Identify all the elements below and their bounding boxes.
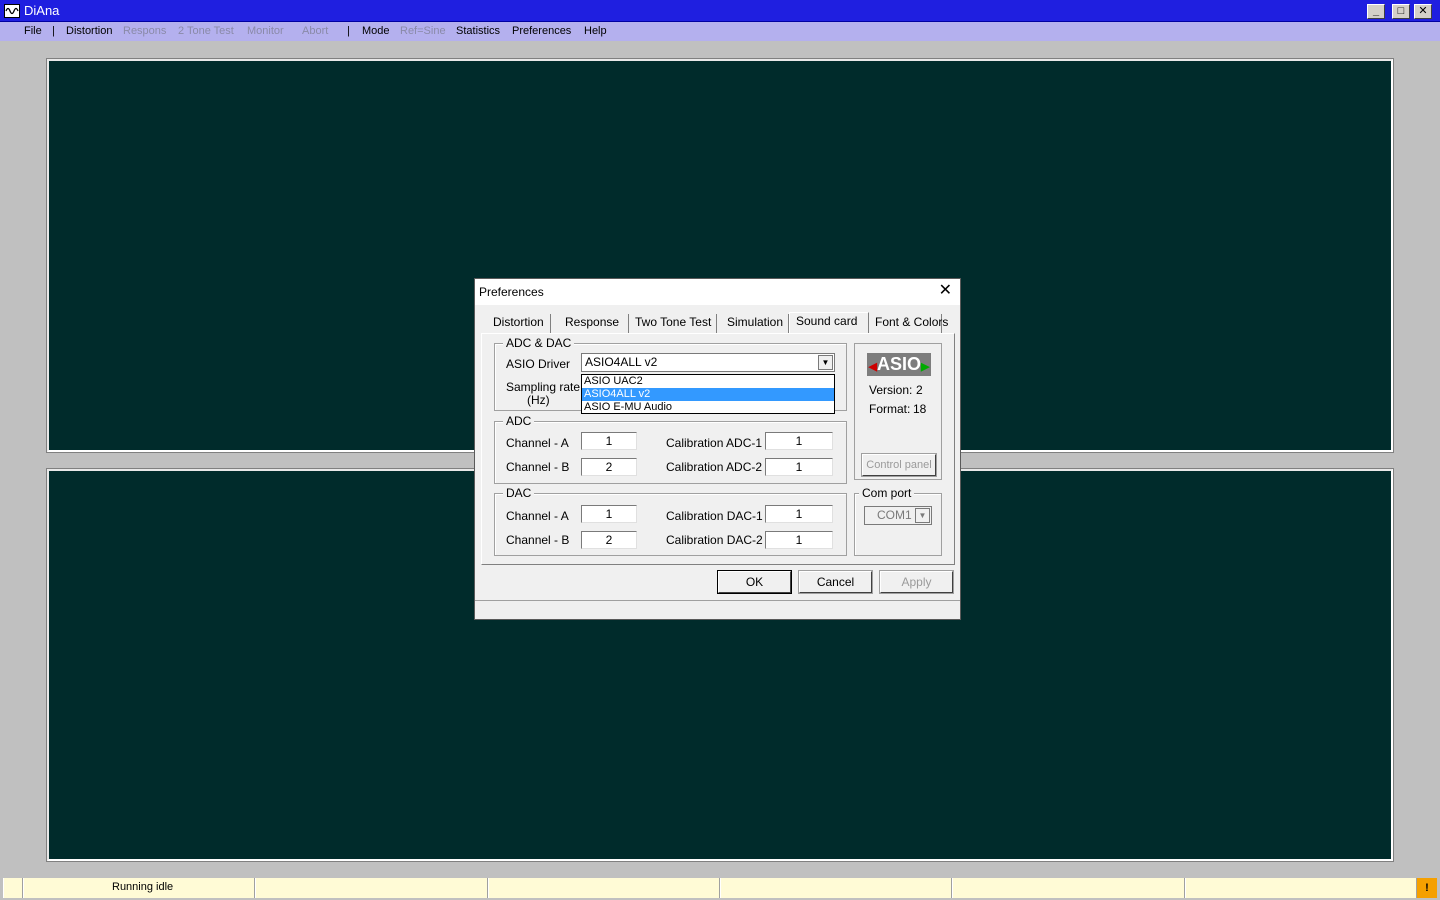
dac-group: DAC Channel - A 1 Calibration DAC-1 1 Ch… bbox=[494, 486, 847, 556]
status-cell bbox=[720, 878, 952, 898]
adc-channel-b-input[interactable]: 2 bbox=[581, 458, 637, 476]
dialog-close-button[interactable]: ✕ bbox=[939, 282, 952, 300]
sampling-rate-unit: (Hz) bbox=[527, 393, 550, 407]
dropdown-option-asio-uac2[interactable]: ASIO UAC2 bbox=[582, 375, 834, 388]
calibration-adc-1-input[interactable]: 1 bbox=[765, 432, 833, 450]
dropdown-option-asio4all[interactable]: ASIO4ALL v2 bbox=[582, 388, 834, 401]
menu-distortion[interactable]: Distortion bbox=[66, 25, 112, 37]
control-panel-button[interactable]: Control panel bbox=[861, 453, 937, 477]
close-button[interactable]: ✕ bbox=[1414, 4, 1432, 19]
status-cell bbox=[488, 878, 720, 898]
calibration-dac-2-label: Calibration DAC-2 bbox=[666, 533, 763, 547]
menu-help[interactable]: Help bbox=[584, 25, 607, 37]
menu-abort[interactable]: Abort bbox=[302, 25, 328, 37]
sampling-rate-label: Sampling rate bbox=[506, 380, 581, 394]
app-waveform-icon[interactable] bbox=[4, 4, 20, 18]
version-value: 2 bbox=[916, 383, 923, 397]
adc-channel-a-label: Channel - A bbox=[506, 436, 569, 450]
adc-channel-a-input[interactable]: 1 bbox=[581, 432, 637, 450]
dialog-status-line bbox=[475, 600, 960, 619]
dialog-title-bar: Preferences ✕ bbox=[475, 279, 960, 305]
menu-statistics[interactable]: Statistics bbox=[456, 25, 500, 37]
calibration-dac-1-input[interactable]: 1 bbox=[765, 505, 833, 523]
dropdown-option-asio-emu[interactable]: ASIO E-MU Audio bbox=[582, 401, 834, 414]
asio-driver-dropdown-list: ASIO UAC2 ASIO4ALL v2 ASIO E-MU Audio bbox=[581, 374, 835, 414]
adc-dac-group-label: ADC & DAC bbox=[503, 336, 575, 350]
com-port-group: Com port COM1 ▼ bbox=[854, 486, 942, 556]
tab-response[interactable]: Response bbox=[559, 314, 629, 333]
dac-group-label: DAC bbox=[503, 486, 535, 500]
calibration-dac-2-input[interactable]: 1 bbox=[765, 531, 833, 549]
status-cell bbox=[952, 878, 1185, 898]
asio-logo: ◀ASIO▶ bbox=[867, 353, 931, 376]
minimize-button[interactable]: _ bbox=[1367, 4, 1385, 19]
ok-button[interactable]: OK bbox=[717, 570, 792, 594]
status-cell bbox=[1185, 878, 1417, 898]
version-label: Version: bbox=[869, 383, 913, 397]
adc-group: ADC Channel - A 1 Calibration ADC-1 1 Ch… bbox=[494, 414, 847, 484]
calibration-dac-1-label: Calibration DAC-1 bbox=[666, 509, 763, 523]
warning-icon[interactable]: ! bbox=[1417, 878, 1437, 898]
asio-driver-value: ASIO4ALL v2 bbox=[585, 355, 658, 369]
status-cell bbox=[255, 878, 488, 898]
asio-driver-select[interactable]: ASIO4ALL v2 ▼ bbox=[581, 353, 835, 372]
menu-2-tone-test[interactable]: 2 Tone Test bbox=[178, 25, 234, 37]
menu-preferences[interactable]: Preferences bbox=[512, 25, 571, 37]
menu-respons[interactable]: Respons bbox=[123, 25, 166, 37]
dialog-title: Preferences bbox=[479, 285, 544, 299]
chevron-down-icon[interactable]: ▼ bbox=[818, 355, 833, 370]
asio-info-panel: ◀ASIO▶ Version: 2 Format: 18 Control pan… bbox=[854, 343, 942, 480]
chevron-down-icon[interactable]: ▼ bbox=[915, 508, 930, 523]
apply-button[interactable]: Apply bbox=[879, 570, 954, 594]
tab-strip: Distortion Response Two Tone Test Simula… bbox=[481, 312, 951, 334]
sound-card-tab-page: ADC & DAC ASIO Driver ASIO4ALL v2 ▼ Samp… bbox=[481, 333, 955, 565]
tab-simulation[interactable]: Simulation bbox=[721, 314, 789, 333]
menu-monitor[interactable]: Monitor bbox=[247, 25, 284, 37]
menu-ref-sine[interactable]: Ref=Sine bbox=[400, 25, 446, 37]
tab-distortion[interactable]: Distortion bbox=[487, 314, 551, 333]
com-port-label: Com port bbox=[859, 486, 915, 500]
calibration-adc-1-label: Calibration ADC-1 bbox=[666, 436, 763, 450]
status-text: Running idle bbox=[23, 878, 255, 898]
dac-channel-b-label: Channel - B bbox=[506, 533, 570, 547]
com-port-select[interactable]: COM1 ▼ bbox=[864, 506, 932, 525]
calibration-adc-2-label: Calibration ADC-2 bbox=[666, 460, 763, 474]
title-bar: DiAna _ □ ✕ bbox=[0, 0, 1440, 22]
status-bar: Running idle ! bbox=[3, 878, 1437, 898]
tab-two-tone-test[interactable]: Two Tone Test bbox=[629, 314, 717, 333]
window-title: DiAna bbox=[24, 3, 60, 18]
adc-channel-b-label: Channel - B bbox=[506, 460, 570, 474]
cancel-button[interactable]: Cancel bbox=[798, 570, 873, 594]
preferences-dialog: Preferences ✕ Distortion Response Two To… bbox=[474, 278, 961, 620]
asio-driver-label: ASIO Driver bbox=[506, 357, 571, 371]
format-value: 18 bbox=[913, 402, 927, 416]
menu-separator: | bbox=[52, 25, 55, 37]
status-cell bbox=[3, 878, 23, 898]
menu-bar: File | Distortion Respons 2 Tone Test Mo… bbox=[0, 22, 1440, 41]
format-label: Format: bbox=[869, 402, 911, 416]
dac-channel-a-label: Channel - A bbox=[506, 509, 569, 523]
tab-sound-card[interactable]: Sound card bbox=[789, 312, 869, 334]
dac-channel-b-input[interactable]: 2 bbox=[581, 531, 637, 549]
adc-group-label: ADC bbox=[503, 414, 535, 428]
menu-separator: | bbox=[347, 25, 350, 37]
menu-mode[interactable]: Mode bbox=[362, 25, 390, 37]
com-port-value: COM1 bbox=[877, 508, 912, 522]
dac-channel-a-input[interactable]: 1 bbox=[581, 505, 637, 523]
menu-file[interactable]: File bbox=[24, 25, 42, 37]
calibration-adc-2-input[interactable]: 1 bbox=[765, 458, 833, 476]
tab-font-colors[interactable]: Font & Colors bbox=[869, 314, 948, 333]
maximize-button[interactable]: □ bbox=[1392, 4, 1410, 19]
